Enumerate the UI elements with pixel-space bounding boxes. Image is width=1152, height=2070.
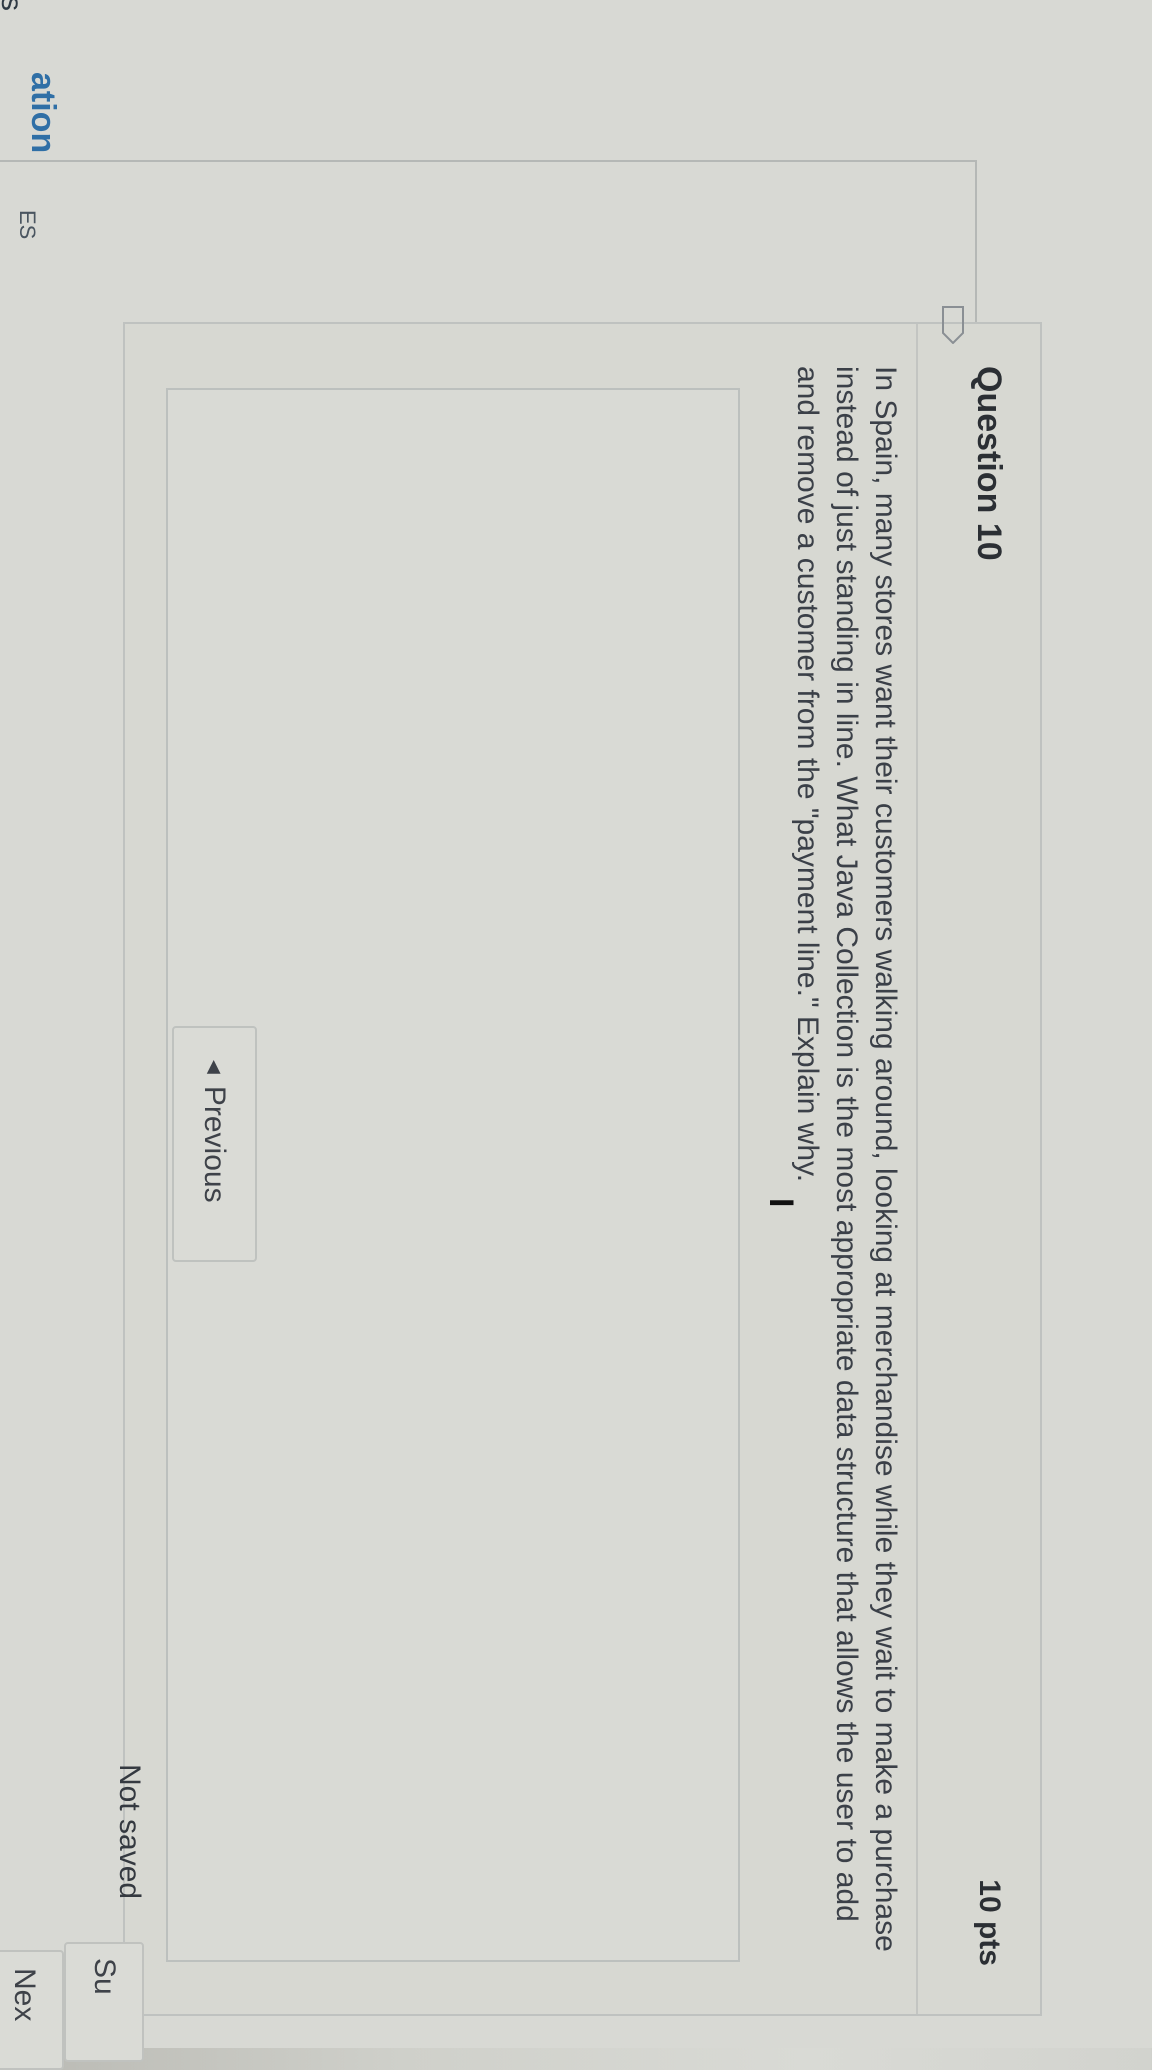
save-status: Not saved <box>113 1764 146 1900</box>
top-edge-text: s <box>0 0 28 11</box>
i-beam-cursor-icon: I <box>762 1198 800 1208</box>
next-button[interactable]: Nex <box>0 1950 64 2070</box>
question-header: Question 10 10 pts <box>916 306 1040 2014</box>
flag-icon[interactable] <box>942 306 964 344</box>
question-card: Question 10 10 pts In Spain, many stores… <box>123 306 1042 2016</box>
screen-stage: s ES ation Question 10 10 pts In Spain, … <box>0 0 1152 2070</box>
navigation-link-fragment[interactable]: ation <box>23 72 62 153</box>
left-triangle-icon: ◀ <box>205 1060 225 1074</box>
previous-label: Previous <box>198 1085 232 1203</box>
submit-button[interactable]: Su <box>64 1942 144 2062</box>
question-title: Question 10 <box>970 366 1008 561</box>
next-label: Nex <box>8 1968 41 2022</box>
submit-label: Su <box>88 1958 121 1995</box>
question-text: In Spain, many stores want their custome… <box>791 366 902 1952</box>
question-points: 10 pts <box>973 1879 1006 1966</box>
previous-button[interactable]: ◀ Previous <box>172 1026 257 1262</box>
